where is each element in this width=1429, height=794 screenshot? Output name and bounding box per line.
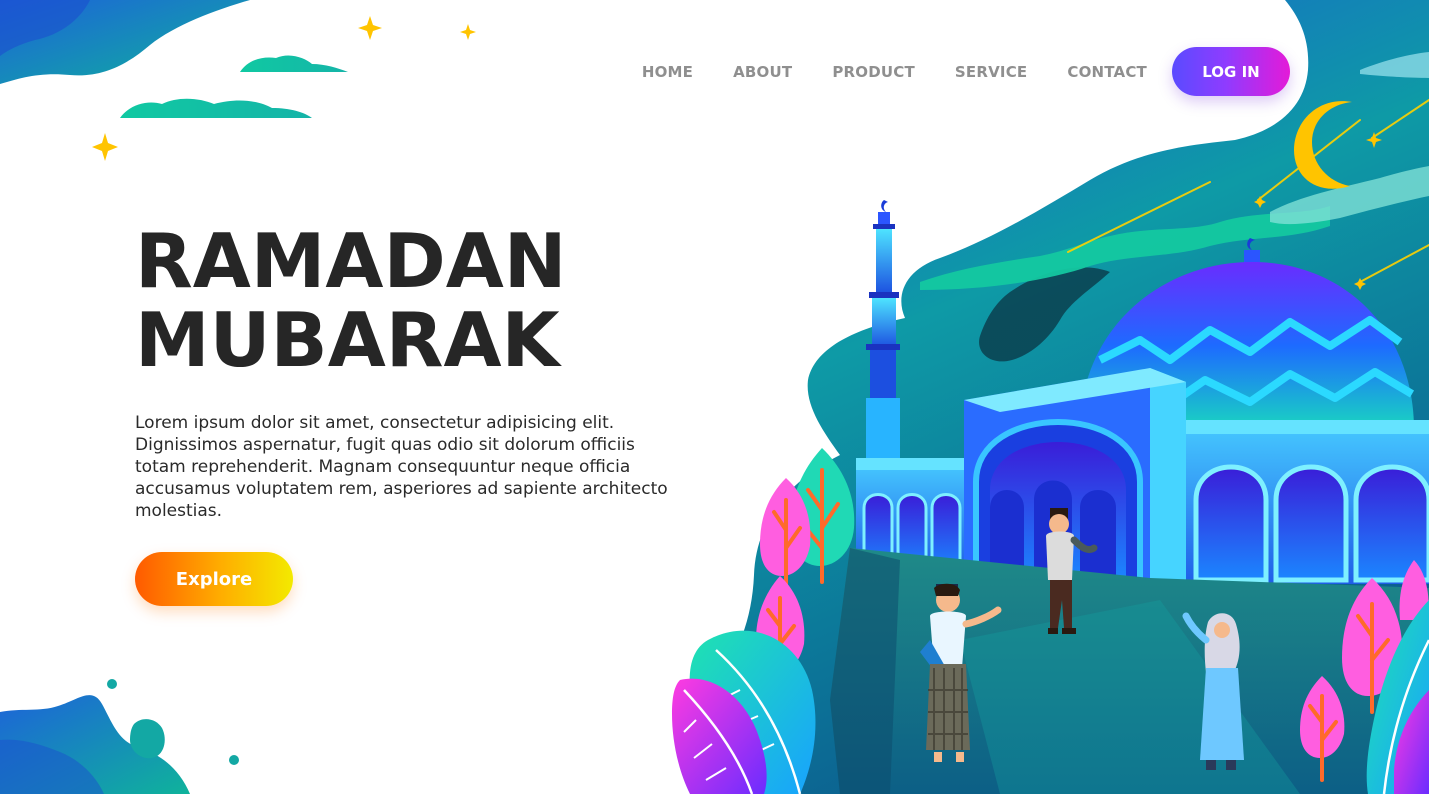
nav-link-about[interactable]: ABOUT — [733, 63, 792, 81]
dot-shape — [107, 679, 117, 689]
login-button[interactable]: LOG IN — [1172, 47, 1290, 96]
cloud-icon — [240, 55, 348, 72]
hero-section: RAMADAN MUBARAK Lorem ipsum dolor sit am… — [135, 222, 695, 606]
hero-title: RAMADAN MUBARAK — [135, 222, 695, 380]
star-icon — [92, 133, 118, 161]
dot-shape — [229, 755, 239, 765]
star-icon — [460, 24, 476, 40]
nav-link-product[interactable]: PRODUCT — [832, 63, 915, 81]
cloud-icon — [120, 98, 312, 118]
hero-title-line-1: RAMADAN — [135, 217, 567, 305]
main-navigation: HOME ABOUT PRODUCT SERVICE CONTACT LOG I… — [642, 47, 1290, 96]
hero-description: Lorem ipsum dolor sit amet, consectetur … — [135, 413, 668, 521]
star-icon — [358, 16, 382, 40]
nav-link-home[interactable]: HOME — [642, 63, 693, 81]
nav-link-contact[interactable]: CONTACT — [1067, 63, 1147, 81]
nav-link-service[interactable]: SERVICE — [955, 63, 1027, 81]
hero-title-line-2: MUBARAK — [135, 296, 560, 384]
explore-button[interactable]: Explore — [135, 552, 293, 606]
